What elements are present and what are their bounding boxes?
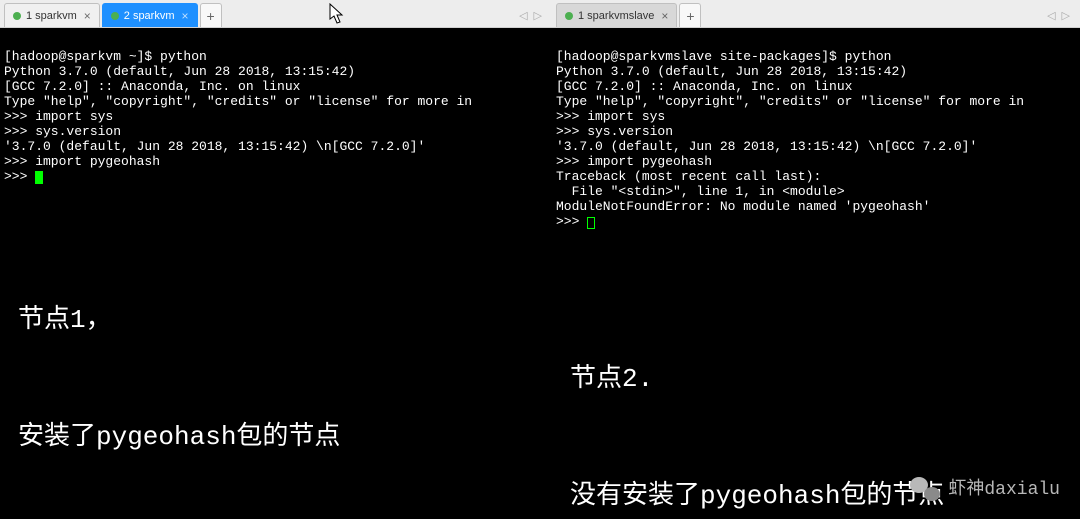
terminal-line: Type "help", "copyright", "credits" or "… [4, 94, 472, 109]
annotation-text: 节点2. [570, 360, 944, 399]
tab-label: 1 sparkvm [26, 10, 77, 22]
tab-nav-left: ◁ ▷ [519, 3, 548, 27]
status-dot-icon [111, 12, 119, 20]
close-icon[interactable]: × [182, 9, 189, 23]
terminal-line: >>> import pygeohash [556, 154, 712, 169]
tab-bar-left: 1 sparkvm × 2 sparkvm × + ◁ ▷ [0, 0, 552, 28]
status-dot-icon [565, 12, 573, 20]
left-pane: 1 sparkvm × 2 sparkvm × + ◁ ▷ [hadoop@sp… [0, 0, 552, 519]
close-icon[interactable]: × [84, 9, 91, 23]
annotation-text: 安装了pygeohash包的节点 [18, 418, 340, 457]
annotation-text: 没有安装了pygeohash包的节点 [570, 477, 944, 516]
terminal-line: [GCC 7.2.0] :: Anaconda, Inc. on linux [4, 79, 300, 94]
terminal-line: >>> [556, 214, 587, 229]
add-tab-button[interactable]: + [200, 3, 222, 27]
terminal-line: [hadoop@sparkvmslave site-packages]$ pyt… [556, 49, 891, 64]
add-tab-button[interactable]: + [679, 3, 701, 27]
cursor-icon [587, 217, 595, 229]
terminal-line: >>> import sys [556, 109, 665, 124]
terminal-line: >>> sys.version [556, 124, 673, 139]
nav-left-icon[interactable]: ◁ [1047, 9, 1055, 22]
terminal-line: >>> import sys [4, 109, 113, 124]
terminal-line: >>> sys.version [4, 124, 121, 139]
terminal-line: Traceback (most recent call last): [556, 169, 821, 184]
terminal-line: Type "help", "copyright", "credits" or "… [556, 94, 1024, 109]
cursor-icon [35, 171, 43, 184]
terminal-line: >>> [4, 169, 35, 184]
tab-bar-right: 1 sparkvmslave × + ◁ ▷ [552, 0, 1080, 28]
terminal-line: ModuleNotFoundError: No module named 'py… [556, 199, 930, 214]
status-dot-icon [13, 12, 21, 20]
annotation-right: 节点2. 没有安装了pygeohash包的节点 [570, 282, 944, 519]
terminal-line: '3.7.0 (default, Jun 28 2018, 13:15:42) … [556, 139, 977, 154]
tab-sparkvm-1[interactable]: 1 sparkvm × [4, 3, 100, 27]
tab-nav-right: ◁ ▷ [1047, 3, 1076, 27]
annotation-text: 节点1， [18, 301, 340, 340]
nav-left-icon[interactable]: ◁ [519, 9, 527, 22]
terminal-line: Python 3.7.0 (default, Jun 28 2018, 13:1… [4, 64, 355, 79]
terminal-left[interactable]: [hadoop@sparkvm ~]$ python Python 3.7.0 … [0, 28, 552, 519]
tab-sparkvmslave-1[interactable]: 1 sparkvmslave × [556, 3, 677, 27]
tab-sparkvm-2[interactable]: 2 sparkvm × [102, 3, 198, 27]
annotation-left: 节点1， 安装了pygeohash包的节点 [18, 223, 340, 519]
terminal-line: File "<stdin>", line 1, in <module> [556, 184, 845, 199]
close-icon[interactable]: × [661, 9, 668, 23]
terminal-line: Python 3.7.0 (default, Jun 28 2018, 13:1… [556, 64, 907, 79]
nav-right-icon[interactable]: ▷ [1062, 9, 1070, 22]
terminal-line: [GCC 7.2.0] :: Anaconda, Inc. on linux [556, 79, 852, 94]
terminal-line: >>> import pygeohash [4, 154, 160, 169]
terminal-line: [hadoop@sparkvm ~]$ python [4, 49, 207, 64]
tab-label: 2 sparkvm [124, 10, 175, 22]
terminal-line: '3.7.0 (default, Jun 28 2018, 13:15:42) … [4, 139, 425, 154]
nav-right-icon[interactable]: ▷ [534, 9, 542, 22]
wechat-icon [910, 477, 940, 503]
tab-label: 1 sparkvmslave [578, 10, 654, 22]
terminal-right[interactable]: [hadoop@sparkvmslave site-packages]$ pyt… [552, 28, 1080, 519]
right-pane: 1 sparkvmslave × + ◁ ▷ [hadoop@sparkvmsl… [552, 0, 1080, 519]
watermark: 虾神daxialu [910, 477, 1060, 503]
